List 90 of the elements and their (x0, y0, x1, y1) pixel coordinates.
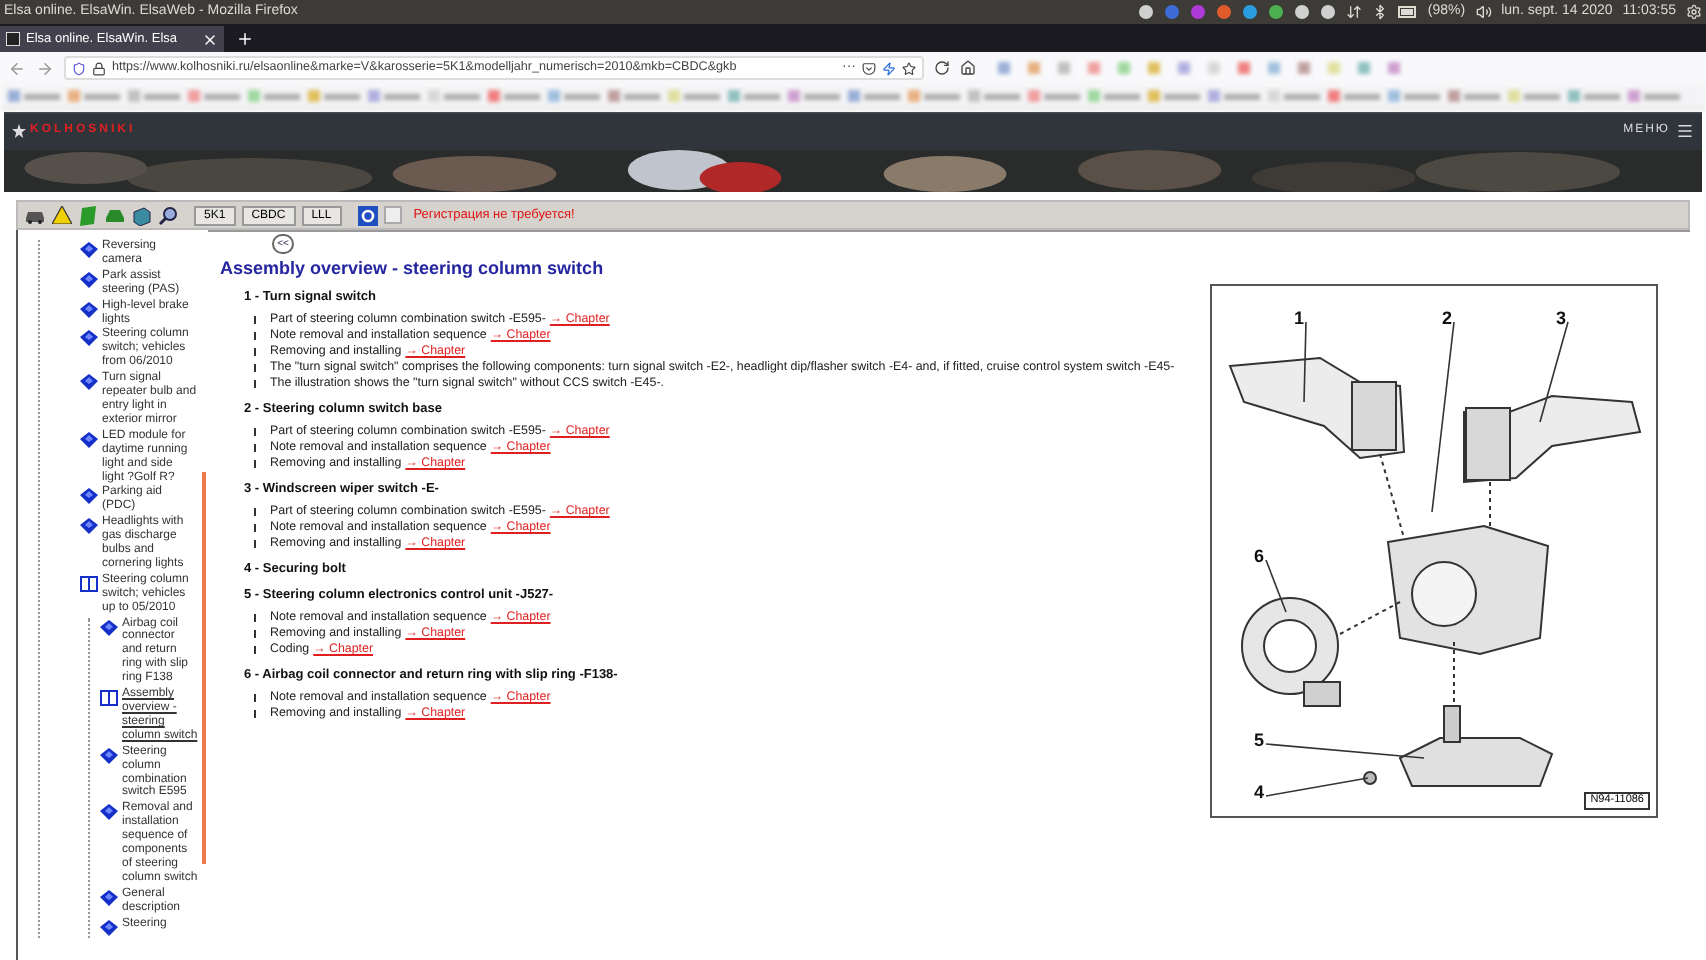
page-icon (80, 301, 98, 318)
leader-line (1539, 321, 1569, 423)
bookmark-item[interactable] (188, 90, 240, 102)
new-tab-icon[interactable] (236, 30, 254, 48)
toolbar-icon[interactable] (1058, 62, 1070, 74)
page-icon (80, 374, 98, 391)
page-icon (100, 747, 118, 764)
bookmark-item[interactable] (1028, 90, 1080, 102)
page-icon (100, 804, 118, 821)
back-icon[interactable] (8, 59, 26, 77)
bookmark-item[interactable] (368, 90, 420, 102)
bookmark-item[interactable] (128, 90, 180, 102)
reload-icon[interactable] (934, 60, 950, 76)
bookmark-item[interactable] (1208, 90, 1260, 102)
bookmark-item[interactable] (428, 90, 480, 102)
shield-icon[interactable] (72, 61, 86, 75)
site-icon (6, 32, 20, 46)
bookmark-item[interactable] (908, 90, 960, 102)
car-icon[interactable] (24, 207, 46, 223)
search-icon[interactable] (158, 205, 178, 225)
toolbar-icon[interactable] (1178, 62, 1190, 74)
page-icon (80, 431, 98, 448)
callout-number: 4 (1254, 782, 1265, 802)
leader-line (1265, 777, 1369, 797)
toolbar-icon[interactable] (1268, 62, 1280, 74)
bookmark-item[interactable] (848, 90, 900, 102)
home-icon[interactable] (960, 60, 976, 76)
star-icon[interactable] (902, 61, 916, 75)
toolbar-icon[interactable] (1238, 62, 1250, 74)
toolbar-icon[interactable] (1148, 62, 1160, 74)
bookmark-item[interactable] (1088, 90, 1140, 102)
star-logo-icon (12, 124, 26, 138)
bluetooth-icon[interactable] (1371, 4, 1388, 20)
toolbar-icon[interactable] (1208, 62, 1220, 74)
page-icon (80, 242, 98, 258)
page-icon (100, 919, 118, 936)
bookmark-item[interactable] (1148, 90, 1200, 102)
page-icon (100, 619, 118, 636)
page-icon (80, 271, 98, 288)
callout-number: 5 (1254, 730, 1265, 750)
toolbar-icon[interactable] (1358, 62, 1370, 74)
forward-icon[interactable] (36, 59, 54, 77)
toolbar-icon[interactable] (1118, 62, 1130, 74)
bookmark-item[interactable] (488, 90, 540, 102)
bookmark-item[interactable] (1328, 90, 1380, 102)
lightning-icon[interactable] (882, 61, 896, 75)
callout-number: 3 (1556, 308, 1567, 328)
page-icon (80, 518, 98, 535)
bookmark-item[interactable] (1568, 90, 1620, 102)
book-icon (100, 690, 118, 707)
page-icon (80, 330, 98, 347)
toolbar-icon[interactable] (1028, 62, 1040, 74)
toolbar-icon[interactable] (998, 62, 1010, 74)
battery-icon[interactable] (1397, 6, 1418, 18)
bookmark-item[interactable] (68, 90, 120, 102)
volume-icon[interactable] (1475, 4, 1492, 20)
bookmark-item[interactable] (1268, 90, 1320, 102)
warning-icon[interactable] (52, 206, 72, 224)
bookmark-item[interactable] (248, 90, 300, 102)
toolbar-icon[interactable] (1298, 62, 1310, 74)
pocket-icon[interactable] (862, 61, 876, 75)
bookmark-item[interactable] (968, 90, 1020, 102)
bookmark-item[interactable] (668, 90, 720, 102)
leader-line (1265, 559, 1287, 613)
toolbar-icon[interactable] (1328, 62, 1340, 74)
callout-number: 1 (1294, 308, 1305, 328)
toolbar-icon[interactable] (1388, 62, 1400, 74)
bookmark-item[interactable] (1628, 90, 1680, 102)
page-icon (80, 488, 98, 505)
page-icon (100, 889, 118, 906)
bookmark-item[interactable] (1448, 90, 1500, 102)
bookmark-item[interactable] (608, 90, 660, 102)
page-title: Assembly overview - steering column switch (220, 258, 606, 280)
bookmark-item[interactable] (1508, 90, 1560, 102)
bookmark-item[interactable] (548, 90, 600, 102)
menu-icon[interactable] (1676, 122, 1694, 140)
bookmark-item[interactable] (8, 90, 60, 102)
bookmark-item[interactable] (728, 90, 780, 102)
toolbar-icon[interactable] (1088, 62, 1100, 74)
lock-icon[interactable] (92, 61, 106, 75)
callout-number: 2 (1442, 308, 1453, 328)
close-icon[interactable] (202, 31, 218, 47)
callout-number: 6 (1254, 546, 1265, 566)
network-icon[interactable] (1345, 4, 1362, 20)
square-icon[interactable] (383, 206, 402, 224)
bookmark-item[interactable] (788, 90, 840, 102)
leader-line (1303, 321, 1307, 403)
book-icon (80, 575, 98, 592)
bookmark-item[interactable] (1388, 90, 1440, 102)
bookmark-item[interactable] (308, 90, 360, 102)
